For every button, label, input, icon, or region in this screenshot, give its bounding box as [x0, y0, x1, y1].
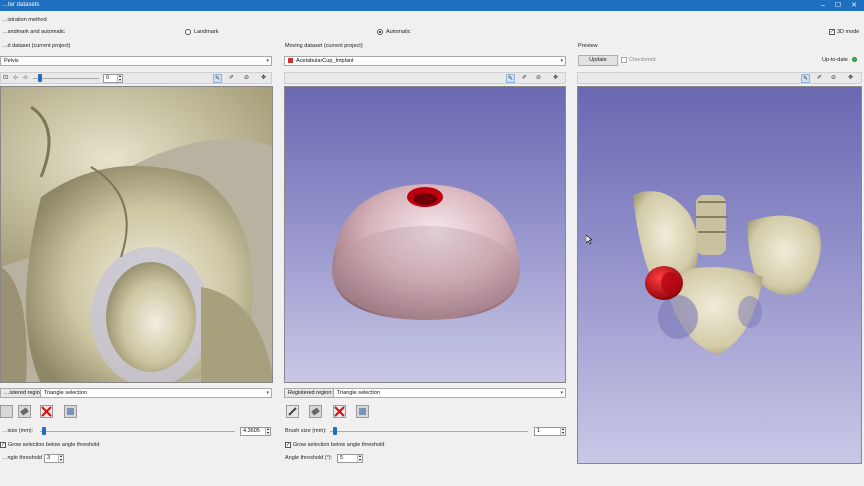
chevron-down-icon: ▾: [266, 390, 269, 396]
fill-icon[interactable]: [356, 405, 369, 418]
brush-icon[interactable]: [286, 405, 299, 418]
moving-brush-size-input[interactable]: 1 ▲ ▼: [534, 427, 566, 436]
fixed-brush-thumb[interactable]: [42, 427, 46, 435]
moving-grow-label: Grow selection below angle threshold: [293, 442, 385, 448]
moving-brush-slider[interactable]: [330, 431, 528, 432]
clear-x-icon[interactable]: [333, 405, 346, 418]
fixed-angle-input[interactable]: 3 ▲ ▼: [44, 454, 64, 463]
radio-landmark[interactable]: [185, 29, 191, 35]
status-ok-icon: [852, 57, 857, 62]
chevron-down-icon: ▾: [560, 58, 563, 64]
fixed-viewport[interactable]: [0, 86, 273, 383]
pelvis-implant-preview-render: [633, 191, 821, 355]
fixed-brush-slider[interactable]: [40, 431, 235, 432]
clear-x-icon[interactable]: [40, 405, 53, 418]
moving-angle-input[interactable]: 5 ▲ ▼: [337, 454, 363, 463]
fixed-panel-title: …d dataset (current project): [2, 43, 71, 49]
moving-toolbar: ✎ ✐ ⊘ ✥: [284, 72, 566, 84]
eraser-icon[interactable]: [309, 405, 322, 418]
title-bar: …ter datasets – ☐ ✕: [0, 0, 864, 11]
fixed-grow-label: Grow selection below angle threshold: [8, 442, 100, 448]
maximize-icon[interactable]: ☐: [833, 1, 843, 10]
dataset-color-icon: [288, 58, 293, 64]
axis-icon[interactable]: ⊹: [11, 74, 20, 83]
eraser-icon[interactable]: [18, 405, 31, 418]
cursor-icon: [586, 235, 593, 245]
move-icon[interactable]: ✥: [846, 74, 855, 83]
moving-viewport[interactable]: [284, 86, 566, 383]
lasso-icon[interactable]: ⊘: [242, 74, 251, 83]
preview-panel-title: Preview: [578, 43, 598, 49]
fixed-region-value: Triangle selection: [44, 390, 87, 396]
fixed-dataset-select[interactable]: Pelvis ▾: [0, 56, 272, 66]
moving-angle-label: Angle threshold (°):: [285, 455, 333, 461]
fixed-grow-checkbox[interactable]: ✓: [0, 442, 6, 448]
fixed-region-select[interactable]: Triangle selection ▾: [40, 388, 272, 398]
move-icon[interactable]: ✥: [551, 74, 560, 83]
chevron-down-icon: ▾: [560, 390, 563, 396]
preview-viewport[interactable]: [577, 86, 862, 464]
radio-automatic-label[interactable]: Automatic: [386, 29, 410, 35]
pelvis-closeup-render: [1, 87, 272, 382]
fixed-brush-size-input[interactable]: 4.3605 ▲ ▼: [240, 427, 271, 436]
fixed-toolbar: ⊡ ⊹ ⊹ 0 ▲ ▼ ✎ ✐ ⊘ ✥: [0, 72, 272, 84]
fixed-slider-thumb[interactable]: [38, 74, 42, 82]
lasso-icon[interactable]: ⊘: [829, 74, 838, 83]
lasso-icon[interactable]: ⊘: [534, 74, 543, 83]
checkered-checkbox[interactable]: [621, 57, 627, 63]
moving-region-select[interactable]: Triangle selection ▾: [333, 388, 566, 398]
select-icon[interactable]: ✎: [213, 74, 222, 83]
moving-dataset-select[interactable]: AcetabularCup_Implant ▾: [284, 56, 566, 66]
moving-panel-title: Moving dataset (current project): [285, 43, 363, 49]
moving-region-label: Registered region:: [288, 390, 333, 396]
select-icon[interactable]: ✎: [506, 74, 515, 83]
radio-landmark-automatic-label[interactable]: …andmark and automatic: [2, 29, 65, 35]
moving-brush-thumb[interactable]: [333, 427, 337, 435]
moving-grow-checkbox[interactable]: ✓: [285, 442, 291, 448]
paint-icon[interactable]: ✐: [815, 74, 824, 83]
minimize-icon[interactable]: –: [818, 1, 828, 10]
moving-brush-size-label: Brush size (mm):: [285, 428, 327, 434]
fixed-slider-track[interactable]: [33, 78, 99, 79]
mode-3d-label: 3D mode: [837, 29, 860, 35]
radio-landmark-label[interactable]: Landmark: [194, 29, 218, 35]
chevron-down-icon: ▾: [266, 58, 269, 64]
mode-3d-checkbox[interactable]: ✓: [829, 29, 835, 35]
select-icon[interactable]: ✎: [801, 74, 810, 83]
radio-automatic[interactable]: [377, 29, 383, 35]
implant-render: [332, 184, 520, 320]
paint-icon[interactable]: ✐: [520, 74, 529, 83]
update-button[interactable]: Update: [578, 55, 618, 66]
paint-icon[interactable]: ✐: [227, 74, 236, 83]
view-icon[interactable]: ⊡: [1, 74, 10, 83]
move-icon[interactable]: ✥: [259, 74, 268, 83]
brush-icon[interactable]: [0, 405, 13, 418]
fixed-brush-size-label: …size (mm):: [2, 428, 34, 434]
fill-icon[interactable]: [64, 405, 77, 418]
window-title: …ter datasets: [2, 2, 40, 8]
status-label: Up-to-date: [822, 57, 848, 63]
checkered-label: Checkered: [629, 57, 656, 63]
registration-method-label: …istration method: [2, 17, 47, 23]
axis-icon[interactable]: ⊹: [21, 74, 30, 83]
close-icon[interactable]: ✕: [849, 1, 859, 10]
moving-dataset-value: AcetabularCup_Implant: [296, 58, 354, 64]
fixed-dataset-value: Pelvis: [4, 58, 19, 64]
moving-region-value: Triangle selection: [337, 390, 380, 396]
fixed-region-label: …istered region:: [4, 390, 45, 396]
preview-toolbar: ✎ ✐ ⊘ ✥: [577, 72, 862, 84]
fixed-slider-value[interactable]: 0 ▲ ▼: [103, 74, 123, 83]
